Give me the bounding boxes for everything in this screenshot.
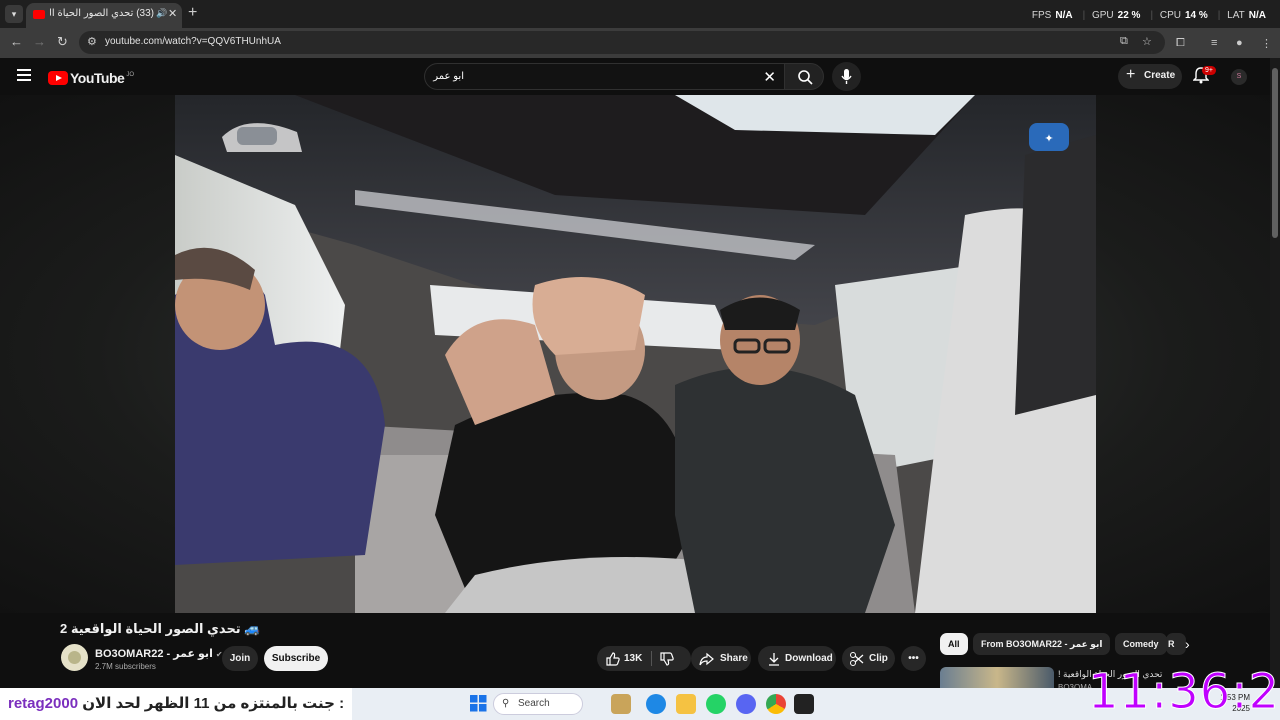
voice-search-button[interactable] xyxy=(832,62,861,91)
taskbar-search-box[interactable]: ⚲ Search xyxy=(493,693,583,715)
join-button[interactable]: Join xyxy=(222,646,258,671)
tab-search-button[interactable]: ▾ xyxy=(5,5,23,23)
close-tab-icon[interactable]: ✕ xyxy=(168,7,177,20)
share-label: Share xyxy=(720,653,748,664)
chip-from-channel[interactable]: From BO3OMAR22 - ابو عمر xyxy=(973,633,1111,655)
new-tab-plus-icon[interactable]: + xyxy=(188,4,197,22)
youtube-play-icon xyxy=(48,70,68,85)
file-explorer-icon[interactable] xyxy=(676,694,696,714)
clip-label: Clip xyxy=(869,653,888,664)
perf-lat-label: LAT xyxy=(1227,10,1245,21)
share-arrow-icon xyxy=(699,652,714,666)
youtube-favicon-icon xyxy=(33,10,45,19)
perf-cpu-value: 14 % xyxy=(1184,10,1208,21)
like-count[interactable]: 13K xyxy=(624,646,642,671)
create-button[interactable]: + Create xyxy=(1118,64,1182,89)
search-query-text[interactable]: ابو عمر xyxy=(433,71,464,82)
search-input[interactable]: ابو عمر ✕ xyxy=(424,63,786,90)
chevron-right-icon[interactable]: › xyxy=(1185,636,1190,652)
edge-browser-icon[interactable] xyxy=(646,694,666,714)
channel-name-text[interactable]: BO3OMAR22 - ابو عمر xyxy=(95,648,213,660)
region-code: JO xyxy=(126,71,134,78)
download-icon xyxy=(769,653,779,666)
svg-text:✦: ✦ xyxy=(1044,132,1053,145)
perf-lat-value: N/A xyxy=(1248,10,1266,21)
whatsapp-icon[interactable] xyxy=(706,694,726,714)
more-actions-button[interactable]: ••• xyxy=(901,646,926,671)
page-scrollbar[interactable] xyxy=(1270,58,1280,688)
terminal-icon[interactable] xyxy=(794,694,814,714)
video-player[interactable]: ✦ B xyxy=(175,95,1096,613)
chat-username: retag2000 xyxy=(8,695,79,712)
video-frame xyxy=(175,95,1096,613)
address-bar[interactable]: ⚙ youtube.com/watch?v=QQV6THUnhUA ⧉ ☆ xyxy=(79,31,1165,54)
youtube-logo-text: YouTube xyxy=(70,69,125,86)
thumbs-down-icon[interactable] xyxy=(659,651,675,667)
discord-icon[interactable] xyxy=(736,694,756,714)
chip-comedy[interactable]: Comedy xyxy=(1115,633,1167,655)
thumbs-up-icon[interactable] xyxy=(605,651,621,667)
browser-menu-icon[interactable]: ⋮ xyxy=(1261,37,1272,50)
clip-button[interactable]: Clip xyxy=(842,646,895,671)
subscribe-button[interactable]: Subscribe xyxy=(264,646,328,671)
tab-title: (33) تحدي الصور الحياة الواقعية xyxy=(50,8,154,19)
channel-watermark-car-icon xyxy=(222,123,302,152)
clear-search-icon[interactable]: ✕ xyxy=(763,68,776,86)
site-info-icon[interactable]: ⚙ xyxy=(87,35,97,48)
hamburger-menu-icon[interactable] xyxy=(17,69,31,84)
channel-name[interactable]: BO3OMAR22 - ابو عمر ✔ xyxy=(95,647,223,660)
performance-overlay: FPS N/A | GPU 22 % | CPU 14 % | LAT N/A xyxy=(1031,10,1266,21)
url-text[interactable]: youtube.com/watch?v=QQV6THUnhUA xyxy=(105,36,281,47)
download-label: Download xyxy=(785,653,833,664)
cast-icon[interactable]: ⧉ xyxy=(1120,35,1128,48)
youtube-header: YouTube JO ابو عمر ✕ + Create 9+ S xyxy=(0,58,1270,95)
chip-all[interactable]: All xyxy=(940,633,968,655)
notification-badge: 9+ xyxy=(1202,66,1216,75)
magnifier-icon: ⚲ xyxy=(502,698,510,709)
create-label: Create xyxy=(1144,70,1176,81)
perf-fps-value: N/A xyxy=(1055,10,1073,21)
perf-gpu-value: 22 % xyxy=(1117,10,1141,21)
back-arrow-icon[interactable]: ← xyxy=(10,34,23,49)
account-avatar[interactable]: S xyxy=(1231,69,1247,85)
taskbar-search-label: Search xyxy=(518,698,550,709)
forward-arrow-icon[interactable]: → xyxy=(33,34,46,49)
screen: ▾ (33) تحدي الصور الحياة الواقعية 🔊 ✕ + … xyxy=(0,0,1280,720)
widgets-icon[interactable] xyxy=(611,694,631,714)
search-button[interactable] xyxy=(784,63,824,90)
scissors-icon xyxy=(850,652,864,666)
bookmark-star-icon[interactable]: ☆ xyxy=(1142,35,1152,48)
speaker-icon[interactable]: 🔊 xyxy=(156,8,167,19)
windows-start-icon[interactable] xyxy=(469,694,489,714)
more-dots-icon: ••• xyxy=(908,653,919,664)
recommended-video-thumbnail[interactable] xyxy=(940,667,1054,689)
perf-fps-label: FPS xyxy=(1031,10,1052,21)
browser-toolbar: ← → ↻ ⚙ youtube.com/watch?v=QQV6THUnhUA … xyxy=(0,28,1280,58)
search-icon xyxy=(798,70,813,85)
like-dislike-group: 13K xyxy=(597,646,691,671)
reload-icon[interactable]: ↻ xyxy=(57,34,68,50)
perf-gpu-label: GPU xyxy=(1091,10,1114,21)
channel-avatar[interactable] xyxy=(61,644,88,671)
scrollbar-thumb[interactable] xyxy=(1272,68,1278,238)
profile-icon[interactable]: ● xyxy=(1236,37,1243,49)
perf-cpu-label: CPU xyxy=(1159,10,1181,21)
stream-clock-overlay: 11:36:27 xyxy=(1088,664,1280,720)
chrome-icon[interactable] xyxy=(766,694,786,714)
microphone-icon xyxy=(841,69,852,84)
chat-message-overlay: retag2000 جنت بالمنتزه من 11 الظهر لحد ا… xyxy=(0,688,353,720)
download-button[interactable]: Download xyxy=(758,646,836,671)
browser-tab-youtube[interactable]: (33) تحدي الصور الحياة الواقعية 🔊 ✕ xyxy=(26,3,182,28)
browser-tab-strip: ▾ (33) تحدي الصور الحياة الواقعية 🔊 ✕ + … xyxy=(0,0,1280,28)
plus-icon: + xyxy=(1126,66,1136,83)
chat-message-text: جنت بالمنتزه من 11 الظهر لحد الان : xyxy=(82,695,345,712)
extensions-puzzle-icon[interactable]: ⧠ xyxy=(1176,37,1185,50)
video-title: تحدي الصور الحياة الواقعية 2 🚙 xyxy=(60,621,261,636)
reading-list-icon[interactable]: ≡ xyxy=(1211,37,1217,49)
chip-partial[interactable]: R xyxy=(1166,633,1186,655)
subscriber-count: 2.7M subscribers xyxy=(95,662,156,671)
share-button[interactable]: Share xyxy=(691,646,751,671)
channel-watermark-logo-icon: ✦ xyxy=(1029,123,1069,151)
youtube-logo[interactable]: YouTube JO xyxy=(48,69,134,86)
